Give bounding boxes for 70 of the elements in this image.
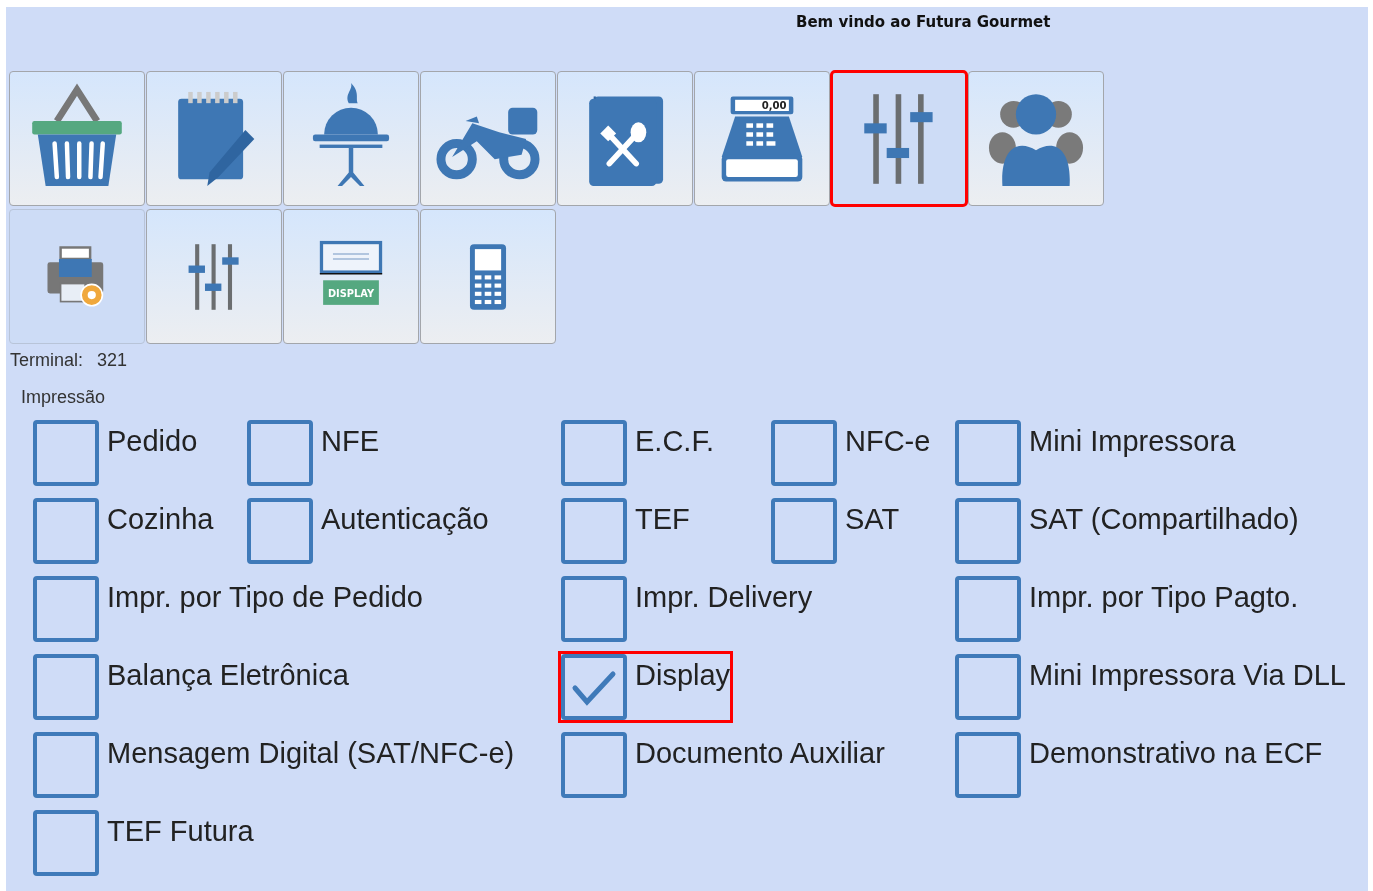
checkbox-option[interactable]: Balança Eletrônica bbox=[30, 651, 352, 723]
toolbar-button[interactable] bbox=[283, 71, 419, 206]
toolbar-button[interactable] bbox=[557, 71, 693, 206]
checkbox-option[interactable]: Mini Impressora Via DLL bbox=[952, 651, 1349, 723]
checkbox-option[interactable]: TEF Futura bbox=[30, 807, 257, 879]
toolbar-button[interactable] bbox=[9, 209, 145, 344]
toolbar-button[interactable] bbox=[9, 71, 145, 206]
checkbox-option[interactable]: Pedido bbox=[30, 417, 201, 489]
checkbox[interactable] bbox=[33, 420, 99, 486]
checkbox[interactable] bbox=[247, 420, 313, 486]
check-icon bbox=[572, 671, 616, 706]
checkbox[interactable] bbox=[561, 576, 627, 642]
checkbox[interactable] bbox=[33, 498, 99, 564]
checkbox-option[interactable]: Mensagem Digital (SAT/NFC-e) bbox=[30, 729, 518, 801]
checkbox[interactable] bbox=[561, 420, 627, 486]
toolbar-button[interactable] bbox=[420, 209, 556, 344]
printer-gear-icon bbox=[47, 245, 104, 306]
menu-book-icon bbox=[589, 95, 664, 186]
checkbox-option[interactable]: SAT (Compartilhado) bbox=[952, 495, 1302, 567]
checkbox[interactable] bbox=[33, 654, 99, 720]
checkbox[interactable] bbox=[33, 576, 99, 642]
checkbox-option[interactable]: Cozinha bbox=[30, 495, 217, 567]
checkbox[interactable] bbox=[955, 498, 1021, 564]
terminal-value: 321 bbox=[97, 350, 128, 371]
checkbox[interactable] bbox=[561, 732, 627, 798]
checkbox[interactable] bbox=[33, 810, 99, 876]
checkbox-option[interactable]: NFC-e bbox=[768, 417, 934, 489]
checkbox[interactable] bbox=[955, 576, 1021, 642]
checkbox-option[interactable]: NFE bbox=[244, 417, 382, 489]
customer-display-icon bbox=[319, 240, 383, 305]
users-icon bbox=[988, 93, 1084, 186]
toolbar-button[interactable] bbox=[146, 71, 282, 206]
notepad-pencil-icon bbox=[178, 91, 255, 186]
checkbox-option[interactable]: Documento Auxiliar bbox=[558, 729, 888, 801]
toolbar-button[interactable]: 0,00 bbox=[694, 71, 830, 206]
calculator-icon bbox=[469, 243, 507, 310]
checkbox[interactable] bbox=[771, 420, 837, 486]
checkbox-option[interactable]: SAT bbox=[768, 495, 903, 567]
checkbox[interactable] bbox=[561, 654, 627, 720]
welcome-title: Bem vindo ao Futura Gourmet bbox=[796, 13, 1051, 31]
terminal-label: Terminal: bbox=[10, 350, 84, 371]
sliders-icon bbox=[864, 93, 933, 184]
toolbar-button[interactable] bbox=[968, 71, 1104, 206]
toolbar-button[interactable] bbox=[420, 71, 556, 206]
checkbox[interactable] bbox=[247, 498, 313, 564]
cash-register-icon bbox=[721, 95, 803, 182]
display-caption: DISPLAY bbox=[327, 287, 375, 299]
sliders-icon bbox=[188, 243, 239, 310]
checkbox[interactable] bbox=[771, 498, 837, 564]
checkbox-option[interactable]: Display bbox=[558, 651, 734, 723]
checkbox-option[interactable]: Autenticação bbox=[244, 495, 492, 567]
serving-cloche-icon bbox=[312, 82, 390, 186]
motorcycle-icon bbox=[436, 107, 540, 179]
toolbar-button[interactable] bbox=[831, 71, 967, 206]
basket-icon bbox=[32, 83, 122, 186]
checkbox-option[interactable]: TEF bbox=[558, 495, 693, 567]
register-display-text: 0,00 bbox=[761, 99, 787, 111]
checkbox[interactable] bbox=[955, 420, 1021, 486]
checkbox-option[interactable]: Demonstrativo na ECF bbox=[952, 729, 1326, 801]
checkbox-option[interactable]: Impr. por Tipo Pagto. bbox=[952, 573, 1302, 645]
checkbox-option[interactable]: Impr. por Tipo de Pedido bbox=[30, 573, 426, 645]
toolbar-button[interactable] bbox=[146, 209, 282, 344]
group-title: Impressão bbox=[21, 387, 106, 408]
checkbox-option[interactable]: Mini Impressora bbox=[952, 417, 1239, 489]
checkbox[interactable] bbox=[955, 732, 1021, 798]
checkbox[interactable] bbox=[33, 732, 99, 798]
checkbox[interactable] bbox=[561, 498, 627, 564]
checkbox-option[interactable]: Impr. Delivery bbox=[558, 573, 816, 645]
checkbox[interactable] bbox=[955, 654, 1021, 720]
checkbox-option[interactable]: E.C.F. bbox=[558, 417, 717, 489]
